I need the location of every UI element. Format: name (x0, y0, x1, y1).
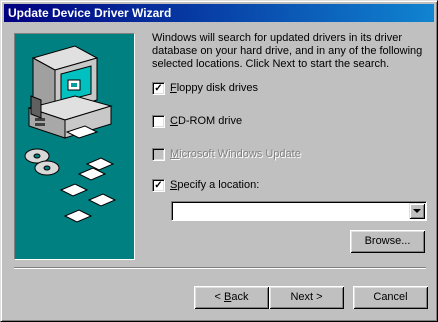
browse-button[interactable]: Browse... (350, 230, 425, 253)
back-button[interactable]: < Back (194, 286, 269, 309)
floppy-checkbox[interactable]: ✓ (152, 82, 165, 95)
windows-update-label: Microsoft Windows Update (170, 148, 301, 160)
cdrom-label: CD-ROM drive (170, 115, 243, 127)
cdrom-checkbox[interactable] (152, 115, 165, 128)
next-button[interactable]: Next > (269, 286, 344, 309)
cd-disc-icon (24, 148, 60, 176)
chevron-down-icon[interactable] (409, 203, 425, 219)
separator (14, 267, 426, 269)
cancel-button[interactable]: Cancel (353, 286, 428, 309)
windows-update-checkbox (152, 148, 165, 161)
location-combobox[interactable] (171, 201, 427, 221)
title-bar[interactable]: Update Device Driver Wizard (4, 4, 434, 22)
location-checkbox[interactable]: ✓ (152, 179, 165, 192)
wizard-illustration (14, 33, 135, 260)
floppy-disk-icon (59, 157, 117, 223)
floppy-label: Floppy disk drives (170, 82, 259, 94)
window-title: Update Device Driver Wizard (8, 6, 172, 20)
wizard-window: Update Device Driver Wizard Windows will… (0, 0, 438, 322)
computer-illustration (24, 45, 117, 223)
location-label: Specify a location: (170, 179, 260, 191)
description-text: Windows will search for updated drivers … (152, 32, 423, 70)
